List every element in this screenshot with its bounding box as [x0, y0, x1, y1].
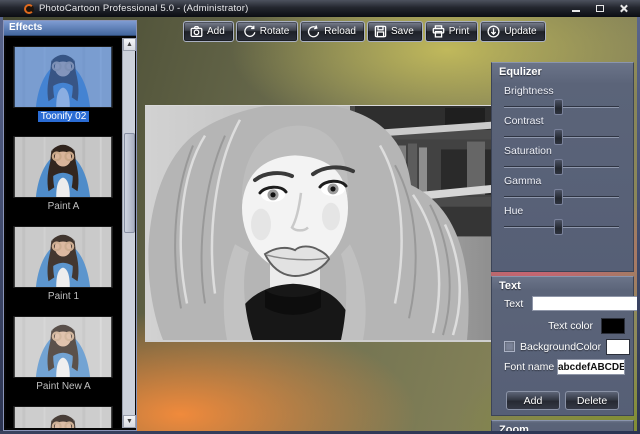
- saturation-label: Saturation: [504, 145, 552, 157]
- brightness-slider-thumb[interactable]: [554, 99, 564, 115]
- title-bar: PhotoCartoon Professional 5.0 - (Adminis…: [0, 0, 640, 17]
- hue-slider[interactable]: [504, 219, 619, 235]
- text-panel-title: Text: [499, 280, 521, 292]
- saturation-slider[interactable]: [504, 159, 619, 175]
- text-color-label: Text color: [548, 319, 593, 332]
- effects-panel-title: Effects: [4, 21, 136, 36]
- scroll-down-icon[interactable]: ▼: [123, 415, 136, 428]
- close-button[interactable]: [617, 2, 630, 15]
- text-input-label: Text: [504, 297, 524, 310]
- window-border-left: [0, 17, 3, 434]
- contrast-slider[interactable]: [504, 129, 619, 145]
- effect-thumbnail: [12, 226, 113, 288]
- brightness-slider[interactable]: [504, 99, 619, 115]
- maximize-icon: [595, 5, 604, 12]
- effect-thumbnail: [12, 136, 113, 198]
- gamma-slider-thumb[interactable]: [554, 189, 564, 205]
- saturation-slider-group: Saturation: [504, 145, 621, 175]
- text-panel: Text Text Text color Background Color Fo…: [491, 276, 640, 416]
- effects-panel: Effects Toonify 02 Paint A Paint 1 Paint…: [3, 20, 137, 431]
- font-name-label: Font name: [504, 361, 555, 373]
- hue-label: Hue: [504, 205, 524, 217]
- rotate-button[interactable]: Rotate: [235, 21, 299, 42]
- text-delete-button[interactable]: Delete: [565, 391, 619, 410]
- scrollbar-thumb[interactable]: [124, 133, 135, 233]
- portrait-image: [145, 106, 491, 340]
- effect-item-paint-a[interactable]: Paint A: [12, 136, 115, 213]
- contrast-slider-thumb[interactable]: [554, 129, 564, 145]
- color-label: Color: [576, 340, 602, 353]
- background-checkbox-label: Background: [520, 340, 577, 353]
- effect-item-paint-new-a[interactable]: Paint New A: [12, 316, 115, 393]
- print-icon: [432, 25, 445, 38]
- maximize-button[interactable]: [593, 2, 606, 15]
- minimize-button[interactable]: [569, 2, 582, 15]
- text-color-swatch[interactable]: [601, 317, 625, 334]
- save-icon: [374, 25, 387, 38]
- update-icon: [487, 25, 500, 38]
- hue-slider-group: Hue: [504, 205, 621, 235]
- gamma-slider[interactable]: [504, 189, 619, 205]
- rotate-icon: [244, 25, 256, 37]
- reload-button[interactable]: Reload: [300, 21, 365, 42]
- background-checkbox[interactable]: [504, 341, 515, 352]
- text-add-button[interactable]: Add: [506, 391, 560, 410]
- scroll-up-icon[interactable]: ▲: [123, 38, 136, 51]
- minimize-icon: [571, 10, 580, 12]
- print-button[interactable]: Print: [424, 21, 479, 42]
- effect-label: Paint A: [47, 201, 80, 212]
- gamma-slider-group: Gamma: [504, 175, 621, 205]
- main-toolbar: Add Rotate Reload Save Print Update: [183, 21, 546, 42]
- effect-item-toonify-02[interactable]: Toonify 02: [12, 46, 115, 123]
- save-button[interactable]: Save: [366, 21, 423, 42]
- gamma-label: Gamma: [504, 175, 542, 187]
- hue-slider-thumb[interactable]: [554, 219, 564, 235]
- saturation-slider-thumb[interactable]: [554, 159, 564, 175]
- photo-canvas[interactable]: [145, 105, 491, 342]
- effects-list: Toonify 02 Paint A Paint 1 Paint New A: [6, 38, 121, 428]
- effect-item-partial[interactable]: [12, 406, 115, 428]
- app-logo-icon: [24, 3, 34, 14]
- camera-icon: [190, 25, 203, 38]
- close-icon: [619, 4, 628, 13]
- background-color-swatch[interactable]: [606, 338, 631, 355]
- effects-scrollbar[interactable]: ▲ ▼: [122, 38, 136, 428]
- effect-thumbnail: [12, 406, 113, 428]
- app-window: PhotoCartoon Professional 5.0 - (Adminis…: [0, 0, 640, 434]
- add-button[interactable]: Add: [183, 21, 234, 42]
- effect-label: Toonify 02: [37, 111, 90, 122]
- equalizer-title: Equlizer: [499, 66, 542, 78]
- contrast-slider-group: Contrast: [504, 115, 621, 145]
- contrast-label: Contrast: [504, 115, 544, 127]
- brightness-slider-group: Brightness: [504, 85, 621, 115]
- update-button[interactable]: Update: [480, 21, 546, 42]
- effect-thumbnail: [12, 46, 113, 108]
- equalizer-panel: Equlizer Brightness Contrast Saturation …: [491, 62, 634, 272]
- effect-thumbnail: [12, 316, 113, 378]
- window-title: PhotoCartoon Professional 5.0 - (Adminis…: [39, 3, 249, 14]
- brightness-label: Brightness: [504, 85, 554, 97]
- text-input[interactable]: [532, 296, 640, 311]
- effect-item-paint-1[interactable]: Paint 1: [12, 226, 115, 303]
- effect-label: Paint New A: [36, 381, 91, 392]
- reload-icon: [308, 25, 320, 38]
- effect-label: Paint 1: [47, 291, 80, 302]
- font-name-input[interactable]: [557, 359, 625, 375]
